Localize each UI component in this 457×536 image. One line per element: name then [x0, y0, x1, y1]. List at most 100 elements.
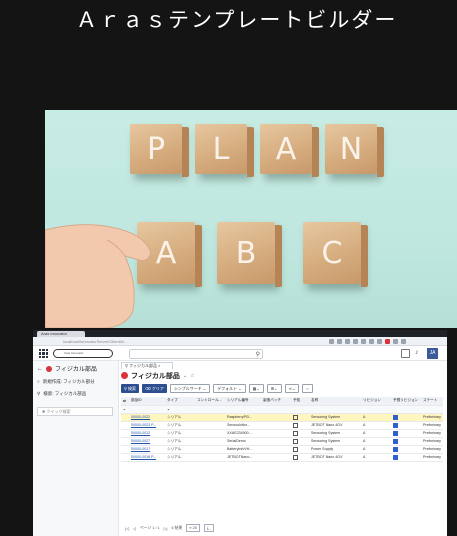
expected-revision-cell[interactable] [391, 429, 421, 438]
columns-icon[interactable]: ▦⌄ [248, 383, 264, 393]
browser-tabbar: Aras Innovator [33, 330, 447, 337]
expected-revision-cell[interactable] [391, 453, 421, 462]
column-header[interactable]: 予知 [291, 397, 309, 406]
part-id-link[interactable]: 00000-0027 [129, 437, 165, 446]
expected-revision-cell[interactable] [391, 437, 421, 446]
sidebar-item-new[interactable]: ○ 新規作成: フィジカル部分 [37, 377, 95, 386]
name-cell: JETBOT Nano 4GV [309, 421, 361, 430]
checkbox-cell[interactable] [291, 445, 309, 454]
table-row[interactable]: 00000-0018 P... シリアル JETBOTNano... JETBOT N… [121, 453, 443, 462]
table-row[interactable]: 00000-0023 P... シリアル Sensoukitfor... JETBOT… [121, 421, 443, 430]
control-cell [195, 437, 225, 446]
expected-revision-cell[interactable] [391, 421, 421, 430]
table-row[interactable]: 00000-0017 シリアル BatteryInfoVH... Power Supp… [121, 445, 443, 454]
global-search-input[interactable]: ⚲ [129, 349, 263, 359]
table-row[interactable]: 00000-0022 シリアル RaspberryPi3... Sensoring S… [121, 413, 443, 422]
revision-cell: A [361, 429, 391, 438]
checkbox[interactable] [393, 430, 398, 436]
checkbox[interactable] [393, 414, 398, 420]
part-id-link[interactable]: 00000-0023 P... [129, 421, 165, 430]
row-select-cell[interactable] [121, 453, 129, 462]
state-cell: Preliminary [421, 453, 443, 462]
column-header[interactable]: 製造バッチ [261, 397, 291, 406]
checkbox-cell[interactable] [291, 437, 309, 446]
sidebar-item-search[interactable]: ⚲ 検索: フィジカル部品 [37, 389, 86, 398]
column-header[interactable]: コントロール... [195, 397, 225, 406]
address-url[interactable]: localhost/InnovatorServer/Client/#/... [63, 338, 253, 345]
tree-icon[interactable]: ⊞⌄ [266, 383, 282, 393]
row-select-cell[interactable] [121, 429, 129, 438]
expected-revision-cell[interactable] [391, 445, 421, 454]
batch-cell [261, 437, 291, 446]
star-icon[interactable]: ☆ [190, 373, 194, 379]
table-row[interactable]: 00000-0027 シリアル SerialDemo Sensoring System… [121, 437, 443, 446]
part-id-link[interactable]: 00000-0022 [129, 413, 165, 422]
share-icon[interactable]: ⋖⌄ [284, 383, 300, 393]
app-grid-icon[interactable] [39, 349, 48, 358]
column-header[interactable]: ⇄ [121, 397, 129, 406]
filter-row[interactable]: ⌄ ⌄ [121, 405, 443, 414]
aras-logo[interactable]: Aras Innovator [53, 349, 113, 358]
table-row[interactable]: 00000-0012 シリアル XXAE234900... Sensoring Sys… [121, 429, 443, 438]
column-header[interactable]: 予想リビジョン [391, 397, 421, 406]
search-mode-select[interactable]: シンプルサーチ ⌄ [169, 383, 211, 393]
prev-page-icon[interactable]: ◁ [133, 526, 136, 531]
row-select-cell[interactable] [121, 421, 129, 430]
sidebar-quick-search[interactable]: ✱ クイック検索 [37, 407, 113, 416]
type-cell: シリアル [165, 429, 195, 438]
search-toolbar: ⚲ 検索 ⌫ クリア シンプルサーチ ⌄ デフォルト ⌄ ▦⌄ ⊞⌄ ⋖⌄ ○ [121, 383, 313, 393]
checkbox-cell[interactable] [291, 453, 309, 462]
window-icon[interactable] [401, 349, 410, 358]
checkbox[interactable] [393, 422, 398, 428]
state-cell: Preliminary [421, 437, 443, 446]
checkbox[interactable] [393, 454, 398, 460]
column-header[interactable]: リビジョン [361, 397, 391, 406]
revision-cell: A [361, 413, 391, 422]
checkbox-cell[interactable] [291, 413, 309, 422]
clear-button[interactable]: ⌫ クリア [142, 383, 167, 393]
aras-screenshot: Aras Innovator localhost/InnovatorServer… [33, 330, 447, 536]
type-cell: シリアル [165, 413, 195, 422]
part-id-link[interactable]: 00000-0012 [129, 429, 165, 438]
first-page-icon[interactable]: |◁ [125, 526, 129, 531]
page-size-select[interactable]: ≡ 25 [186, 524, 200, 532]
search-button[interactable]: ⚲ 検索 [121, 383, 140, 393]
checkbox[interactable] [393, 446, 398, 452]
part-id-link[interactable]: 00000-0018 P... [129, 453, 165, 462]
checkbox[interactable] [293, 414, 298, 420]
checkbox[interactable] [393, 438, 398, 444]
tab-physical-parts[interactable]: ⚲ フィジカル部品 × [121, 362, 173, 369]
control-cell [195, 421, 225, 430]
row-select-cell[interactable] [121, 413, 129, 422]
result-count: 6 結果 [171, 525, 183, 530]
browser-address-bar[interactable]: localhost/InnovatorServer/Client/#/... [33, 337, 447, 346]
checkbox[interactable] [293, 430, 298, 436]
search-icon[interactable]: ⚲ [256, 351, 260, 358]
column-header[interactable]: タイプ [165, 397, 195, 406]
row-select-cell[interactable] [121, 445, 129, 454]
checkbox[interactable] [293, 438, 298, 444]
export-button[interactable]: ⤓ ⌄ [203, 524, 215, 532]
results-table: ⇄ 部品ID タイプ コントロール... シリアル番号 製造バッチ 予知 名称 … [121, 397, 443, 462]
chevron-down-icon[interactable]: ⌄ [183, 373, 187, 379]
column-header[interactable]: 名称 [309, 397, 361, 406]
control-cell [195, 413, 225, 422]
checkbox[interactable] [293, 422, 298, 428]
column-header[interactable]: 部品ID [129, 397, 165, 406]
column-header[interactable]: シリアル番号 [225, 397, 261, 406]
row-select-cell[interactable] [121, 437, 129, 446]
checkbox-cell[interactable] [291, 421, 309, 430]
back-arrow-icon[interactable]: ← [37, 366, 43, 372]
part-id-link[interactable]: 00000-0017 [129, 445, 165, 454]
checkbox[interactable] [293, 454, 298, 460]
expected-revision-cell[interactable] [391, 413, 421, 422]
view-select[interactable]: デフォルト ⌄ [213, 383, 246, 393]
avatar[interactable]: JA [427, 348, 438, 359]
checkbox-cell[interactable] [291, 429, 309, 438]
batch-cell [261, 453, 291, 462]
column-header[interactable]: ステート [421, 397, 443, 406]
bell-icon[interactable]: ♪ [415, 349, 419, 356]
next-page-icon[interactable]: ▷| [164, 526, 168, 531]
refresh-icon[interactable]: ○ [302, 383, 313, 393]
checkbox[interactable] [293, 446, 298, 452]
